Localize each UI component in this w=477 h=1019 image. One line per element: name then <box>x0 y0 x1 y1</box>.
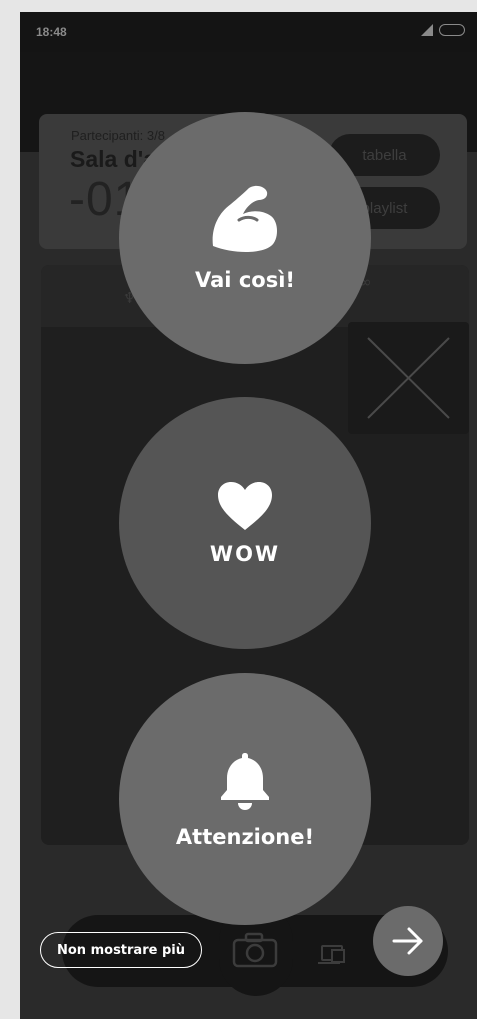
flexed-biceps-icon <box>212 185 277 252</box>
signal-icon <box>421 24 433 36</box>
participants-count: Partecipanti: 3/8 <box>71 128 165 143</box>
status-bar: 18:48 <box>20 12 477 52</box>
arrow-right-icon <box>392 927 423 955</box>
reaction-vai-cosi-button[interactable]: Vai così! <box>119 112 371 364</box>
reaction-label: WOW <box>209 542 281 566</box>
placeholder-x-icon <box>367 337 450 419</box>
heart-icon <box>218 482 272 530</box>
status-icons <box>421 24 465 36</box>
phone-screen: 18:48 Partecipanti: 3/8 Sala d'attesa -0… <box>20 12 477 1019</box>
reaction-attenzione-button[interactable]: Attenzione! <box>119 673 371 925</box>
reaction-wow-button[interactable]: WOW <box>119 397 371 649</box>
battery-icon <box>439 24 465 36</box>
reaction-label: Vai così! <box>195 268 295 292</box>
reaction-label: Attenzione! <box>175 825 315 849</box>
bell-icon <box>221 753 269 810</box>
camera-icon <box>232 932 278 968</box>
next-button[interactable] <box>373 906 443 976</box>
laptop-icon[interactable] <box>318 944 348 966</box>
dont-show-again-button[interactable]: Non mostrare più <box>40 932 202 968</box>
status-time: 18:48 <box>36 25 67 39</box>
video-tile-placeholder <box>348 322 469 434</box>
